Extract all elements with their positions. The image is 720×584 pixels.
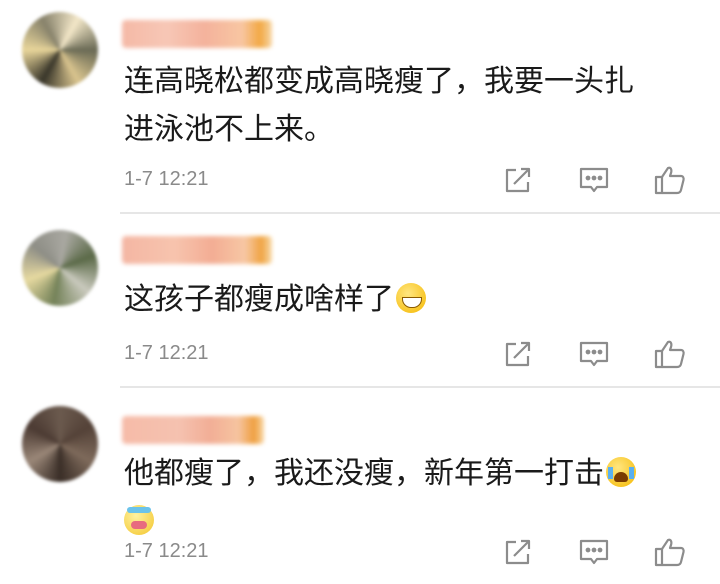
username-blurred[interactable] (122, 20, 272, 48)
comment-actions (480, 336, 720, 372)
grin-emoji (396, 283, 426, 313)
crying-emoji (606, 457, 636, 487)
like-button[interactable] (652, 534, 688, 570)
username-blurred[interactable] (122, 416, 264, 444)
thumbs-up-icon (654, 340, 685, 369)
share-icon (505, 539, 531, 565)
comment-icon (579, 539, 609, 565)
like-button[interactable] (652, 336, 688, 372)
comment-actions (480, 162, 720, 198)
timestamp: 1-7 12:21 (124, 540, 209, 562)
comment-text-line: 连高晓松都变成高晓瘦了，我要一头扎 (124, 64, 634, 99)
comment-item: 他都瘦了，我还没瘦，新年第一打击 1-7 12:21 (0, 388, 720, 584)
avatar[interactable] (22, 406, 98, 482)
comment-text-line: 进泳池不上来。 (124, 112, 334, 147)
username-blurred[interactable] (122, 236, 272, 264)
comment-text: 连高晓松都变成高晓瘦了，我要一头扎 进泳池不上来。 (124, 58, 684, 154)
like-button[interactable] (652, 162, 688, 198)
share-button[interactable] (500, 162, 536, 198)
comment-button[interactable] (576, 534, 612, 570)
comment-item: 这孩子都瘦成啥样了 1-7 12:21 (0, 214, 720, 386)
share-button[interactable] (500, 534, 536, 570)
comment-actions (480, 534, 720, 570)
avatar[interactable] (22, 12, 98, 88)
comment-text-line: 这孩子都瘦成啥样了 (124, 282, 394, 317)
comment-button[interactable] (576, 336, 612, 372)
comment-icon (579, 341, 609, 367)
avatar[interactable] (22, 230, 98, 306)
sick-emoji (124, 505, 154, 535)
comment-button[interactable] (576, 162, 612, 198)
share-icon (505, 167, 531, 193)
comment-text: 他都瘦了，我还没瘦，新年第一打击 (124, 450, 684, 546)
timestamp: 1-7 12:21 (124, 342, 209, 364)
comment-text-line: 他都瘦了，我还没瘦，新年第一打击 (124, 456, 604, 491)
timestamp: 1-7 12:21 (124, 168, 209, 190)
share-button[interactable] (500, 336, 536, 372)
comment-item: 连高晓松都变成高晓瘦了，我要一头扎 进泳池不上来。 1-7 12:21 (0, 0, 720, 212)
comment-text: 这孩子都瘦成啥样了 (124, 276, 684, 324)
comment-icon (579, 167, 609, 193)
thumbs-up-icon (654, 166, 685, 195)
share-icon (505, 341, 531, 367)
thumbs-up-icon (654, 538, 685, 567)
